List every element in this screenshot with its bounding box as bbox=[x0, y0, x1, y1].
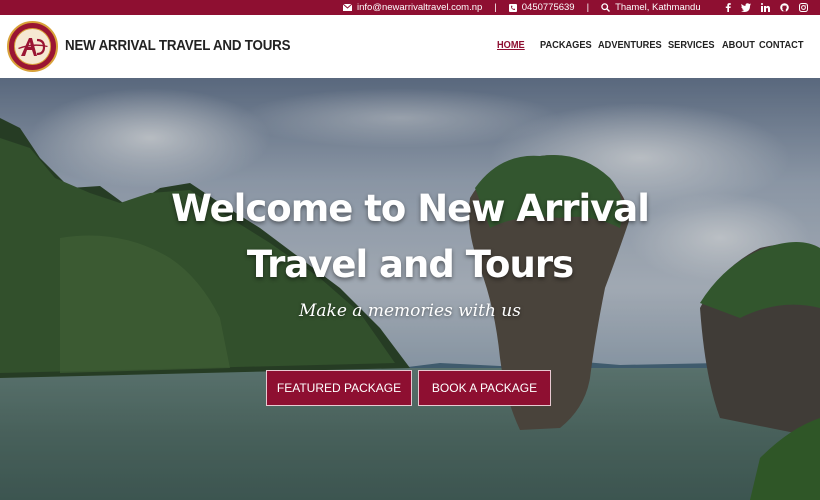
nav-home[interactable]: HOME bbox=[497, 39, 525, 51]
linkedin-icon[interactable] bbox=[761, 3, 770, 12]
nav-packages[interactable]: PACKAGES bbox=[540, 39, 592, 51]
nav-services[interactable]: SERVICES bbox=[668, 39, 715, 51]
phone-icon bbox=[508, 3, 517, 12]
featured-package-button[interactable]: FEATURED PACKAGE bbox=[266, 370, 412, 406]
github-icon[interactable] bbox=[780, 3, 789, 12]
social-links bbox=[725, 0, 808, 15]
twitter-icon[interactable] bbox=[741, 3, 751, 12]
hero-subtitle: Make a memories with us bbox=[299, 301, 521, 321]
phone-item[interactable]: 0450775639 bbox=[508, 2, 575, 13]
main-nav: HOME PACKAGES ADVENTURES SERVICES ABOUT … bbox=[0, 39, 820, 55]
separator: | bbox=[494, 2, 497, 13]
instagram-icon[interactable] bbox=[799, 3, 808, 12]
site-header: NEW ARRIVAL TRAVEL AND TOURS HOME PACKAG… bbox=[0, 15, 820, 78]
contact-info: info@newarrivaltravel.com.np | 045077563… bbox=[343, 0, 701, 15]
phone-text: 0450775639 bbox=[521, 2, 575, 13]
hero-banner: Welcome to New Arrival Travel and Tours … bbox=[0, 78, 820, 500]
hero-title-line2: Travel and Tours bbox=[246, 243, 574, 286]
nav-contact[interactable]: CONTACT bbox=[759, 39, 803, 51]
location-item[interactable]: Thamel, Kathmandu bbox=[601, 2, 701, 13]
nav-adventures[interactable]: ADVENTURES bbox=[598, 39, 662, 51]
separator: | bbox=[586, 2, 590, 13]
location-text: Thamel, Kathmandu bbox=[615, 2, 701, 13]
search-icon bbox=[601, 3, 611, 12]
book-package-button[interactable]: BOOK A PACKAGE bbox=[418, 370, 551, 406]
envelope-icon bbox=[343, 4, 352, 11]
hero-title: Welcome to New Arrival Travel and Tours bbox=[0, 181, 820, 293]
email-text: info@newarrivaltravel.com.np bbox=[357, 2, 483, 13]
top-bar: info@newarrivaltravel.com.np | 045077563… bbox=[0, 0, 820, 15]
nav-about[interactable]: ABOUT bbox=[722, 39, 755, 51]
facebook-icon[interactable] bbox=[725, 3, 731, 12]
hero-title-line1: Welcome to New Arrival bbox=[171, 187, 650, 230]
email-item[interactable]: info@newarrivaltravel.com.np bbox=[343, 2, 482, 13]
